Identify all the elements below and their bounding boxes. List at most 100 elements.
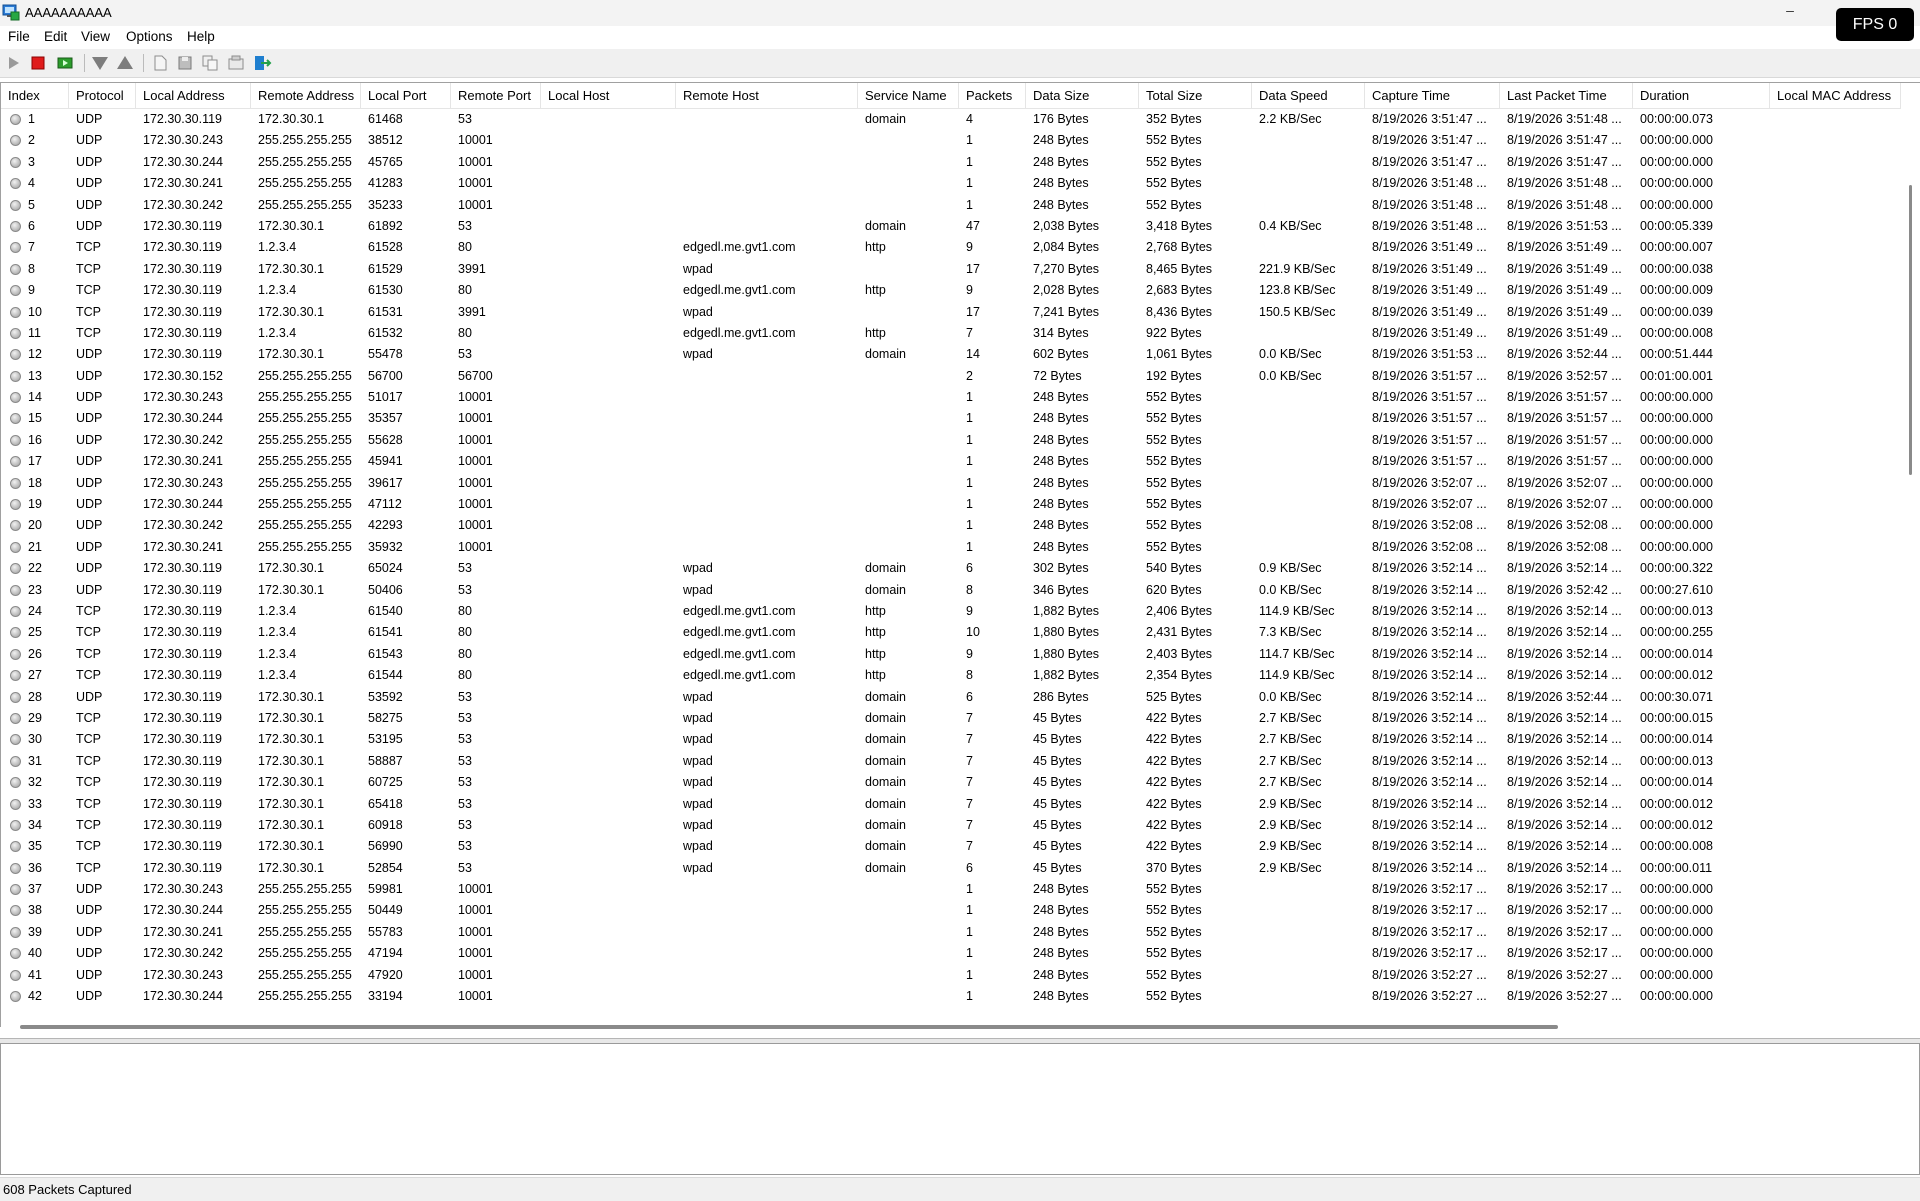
table-row[interactable]: 7 TCP 172.30.30.119 1.2.3.4 61528 80 edgedl.me… (1, 237, 1901, 258)
exit-icon[interactable] (252, 53, 272, 73)
table-row[interactable]: 22 UDP 172.30.30.119 172.30.30.1 65024 53 wpad… (1, 558, 1901, 579)
new-document-icon[interactable] (150, 53, 170, 73)
column-header-capture-time[interactable]: Capture Time (1365, 83, 1500, 108)
column-header-local-host[interactable]: Local Host (541, 83, 676, 108)
column-header-service-name[interactable]: Service Name (858, 83, 959, 108)
table-row[interactable]: 40 UDP 172.30.30.242 255.255.255.255 47194 10… (1, 943, 1901, 964)
clear-icon[interactable] (55, 53, 75, 73)
table-row[interactable]: 39 UDP 172.30.30.241 255.255.255.255 55783 10… (1, 922, 1901, 943)
table-row[interactable]: 2 UDP 172.30.30.243 255.255.255.255 38512 100… (1, 130, 1901, 151)
column-header-data-size[interactable]: Data Size (1026, 83, 1139, 108)
cell-service-name: domain (865, 860, 906, 875)
column-header-index[interactable]: Index (1, 83, 69, 108)
stop-icon[interactable] (28, 53, 48, 73)
table-row[interactable]: 8 TCP 172.30.30.119 172.30.30.1 61529 3991 wpa… (1, 259, 1901, 280)
cell-last-packet-time: 8/19/2026 3:51:49 ... (1507, 240, 1622, 255)
table-row[interactable]: 4 UDP 172.30.30.241 255.255.255.255 41283 100… (1, 173, 1901, 194)
cell-local-port: 51017 (368, 390, 403, 405)
table-row[interactable]: 37 UDP 172.30.30.243 255.255.255.255 59981 10… (1, 879, 1901, 900)
column-header-packets[interactable]: Packets (959, 83, 1026, 108)
table-row[interactable]: 28 UDP 172.30.30.119 172.30.30.1 53592 53 wpad… (1, 687, 1901, 708)
table-row[interactable]: 38 UDP 172.30.30.244 255.255.255.255 50449 10… (1, 900, 1901, 921)
cell-index: 3 (28, 154, 35, 169)
column-header-remote-address[interactable]: Remote Address (251, 83, 361, 108)
table-row[interactable]: 10 TCP 172.30.30.119 172.30.30.1 61531 3991 wp… (1, 302, 1901, 323)
column-header-duration[interactable]: Duration (1633, 83, 1770, 108)
table-row[interactable]: 17 UDP 172.30.30.241 255.255.255.255 45941 10… (1, 451, 1901, 472)
menu-view[interactable]: View (81, 29, 110, 44)
table-row[interactable]: 19 UDP 172.30.30.244 255.255.255.255 47112 10… (1, 494, 1901, 515)
minimize-button[interactable]: – (1780, 2, 1800, 20)
table-row[interactable]: 18 UDP 172.30.30.243 255.255.255.255 39617 10… (1, 473, 1901, 494)
cell-duration: 00:00:00.000 (1640, 432, 1713, 447)
menu-help[interactable]: Help (187, 29, 215, 44)
column-header-remote-host[interactable]: Remote Host (676, 83, 858, 108)
properties-icon[interactable] (226, 53, 246, 73)
table-row[interactable]: 30 TCP 172.30.30.119 172.30.30.1 53195 53 wpad… (1, 729, 1901, 750)
menu-file[interactable]: File (8, 29, 30, 44)
status-bar: 608 Packets Captured (0, 1177, 1920, 1201)
table-row[interactable]: 26 TCP 172.30.30.119 1.2.3.4 61543 80 edgedl.m… (1, 644, 1901, 665)
table-row[interactable]: 5 UDP 172.30.30.242 255.255.255.255 35233 100… (1, 195, 1901, 216)
vertical-scrollbar-thumb[interactable] (1909, 185, 1912, 475)
cell-local-port: 38512 (368, 133, 403, 148)
table-row[interactable]: 11 TCP 172.30.30.119 1.2.3.4 61532 80 edgedl.m… (1, 323, 1901, 344)
cell-duration: 00:00:00.012 (1640, 817, 1713, 832)
filter-down-icon[interactable] (90, 53, 110, 73)
cell-remote-host: wpad (683, 796, 713, 811)
cell-remote-address: 255.255.255.255 (258, 368, 352, 383)
table-row[interactable]: 15 UDP 172.30.30.244 255.255.255.255 35357 10… (1, 408, 1901, 429)
table-row[interactable]: 25 TCP 172.30.30.119 1.2.3.4 61541 80 edgedl.m… (1, 622, 1901, 643)
table-row[interactable]: 34 TCP 172.30.30.119 172.30.30.1 60918 53 wpad… (1, 815, 1901, 836)
cell-last-packet-time: 8/19/2026 3:52:14 ... (1507, 603, 1622, 618)
table-row[interactable]: 27 TCP 172.30.30.119 1.2.3.4 61544 80 edgedl.m… (1, 665, 1901, 686)
cell-data-speed: 150.5 KB/Sec (1259, 304, 1336, 319)
cell-remote-address: 255.255.255.255 (258, 989, 352, 1004)
cell-index: 5 (28, 197, 35, 212)
table-row[interactable]: 33 TCP 172.30.30.119 172.30.30.1 65418 53 wpad… (1, 794, 1901, 815)
table-row[interactable]: 23 UDP 172.30.30.119 172.30.30.1 50406 53 wpad… (1, 580, 1901, 601)
table-row[interactable]: 41 UDP 172.30.30.243 255.255.255.255 47920 10… (1, 965, 1901, 986)
packet-detail-pane[interactable] (0, 1043, 1920, 1175)
play-icon[interactable] (3, 53, 23, 73)
column-header-data-speed[interactable]: Data Speed (1252, 83, 1365, 108)
copy-icon[interactable] (200, 53, 220, 73)
table-row[interactable]: 36 TCP 172.30.30.119 172.30.30.1 52854 53 wpad… (1, 858, 1901, 879)
column-header-local-port[interactable]: Local Port (361, 83, 451, 108)
table-row[interactable]: 16 UDP 172.30.30.242 255.255.255.255 55628 10… (1, 430, 1901, 451)
table-row[interactable]: 14 UDP 172.30.30.243 255.255.255.255 51017 10… (1, 387, 1901, 408)
cell-duration: 00:00:00.000 (1640, 989, 1713, 1004)
cell-data-speed: 2.9 KB/Sec (1259, 817, 1322, 832)
vertical-scrollbar[interactable] (1904, 185, 1918, 475)
filter-up-icon[interactable] (115, 53, 135, 73)
menu-options[interactable]: Options (126, 29, 173, 44)
cell-local-address: 172.30.30.119 (143, 689, 223, 704)
column-header-remote-port[interactable]: Remote Port (451, 83, 541, 108)
table-row[interactable]: 20 UDP 172.30.30.242 255.255.255.255 42293 10… (1, 515, 1901, 536)
table-row[interactable]: 24 TCP 172.30.30.119 1.2.3.4 61540 80 edgedl.m… (1, 601, 1901, 622)
table-row[interactable]: 13 UDP 172.30.30.152 255.255.255.255 56700 56… (1, 366, 1901, 387)
cell-duration: 00:00:00.015 (1640, 710, 1713, 725)
table-row[interactable]: 9 TCP 172.30.30.119 1.2.3.4 61530 80 edgedl.me… (1, 280, 1901, 301)
table-row[interactable]: 35 TCP 172.30.30.119 172.30.30.1 56990 53 wpad… (1, 836, 1901, 857)
table-row[interactable]: 3 UDP 172.30.30.244 255.255.255.255 45765 100… (1, 152, 1901, 173)
column-header-total-size[interactable]: Total Size (1139, 83, 1252, 108)
horizontal-scrollbar-thumb[interactable] (20, 1025, 1558, 1029)
table-row[interactable]: 12 UDP 172.30.30.119 172.30.30.1 55478 53 wpad… (1, 344, 1901, 365)
column-header-local-mac-address[interactable]: Local MAC Address (1770, 83, 1901, 108)
column-header-protocol[interactable]: Protocol (69, 83, 136, 108)
column-header-last-packet-time[interactable]: Last Packet Time (1500, 83, 1633, 108)
table-row[interactable]: 21 UDP 172.30.30.241 255.255.255.255 35932 10… (1, 537, 1901, 558)
column-header-local-address[interactable]: Local Address (136, 83, 251, 108)
table-row[interactable]: 6 UDP 172.30.30.119 172.30.30.1 61892 53 domai… (1, 216, 1901, 237)
packet-list[interactable]: Index Protocol Local Address Remote Address… (0, 82, 1920, 1027)
cell-remote-port: 53 (458, 775, 472, 790)
table-row[interactable]: 29 TCP 172.30.30.119 172.30.30.1 58275 53 wpad… (1, 708, 1901, 729)
table-row[interactable]: 42 UDP 172.30.30.244 255.255.255.255 33194 10… (1, 986, 1901, 1007)
status-dot-icon (10, 135, 21, 147)
table-row[interactable]: 32 TCP 172.30.30.119 172.30.30.1 60725 53 wpad… (1, 772, 1901, 793)
menu-edit[interactable]: Edit (44, 29, 67, 44)
table-row[interactable]: 31 TCP 172.30.30.119 172.30.30.1 58887 53 wpad… (1, 751, 1901, 772)
save-icon[interactable] (175, 53, 195, 73)
table-row[interactable]: 1 UDP 172.30.30.119 172.30.30.1 61468 53 domai… (1, 109, 1901, 130)
